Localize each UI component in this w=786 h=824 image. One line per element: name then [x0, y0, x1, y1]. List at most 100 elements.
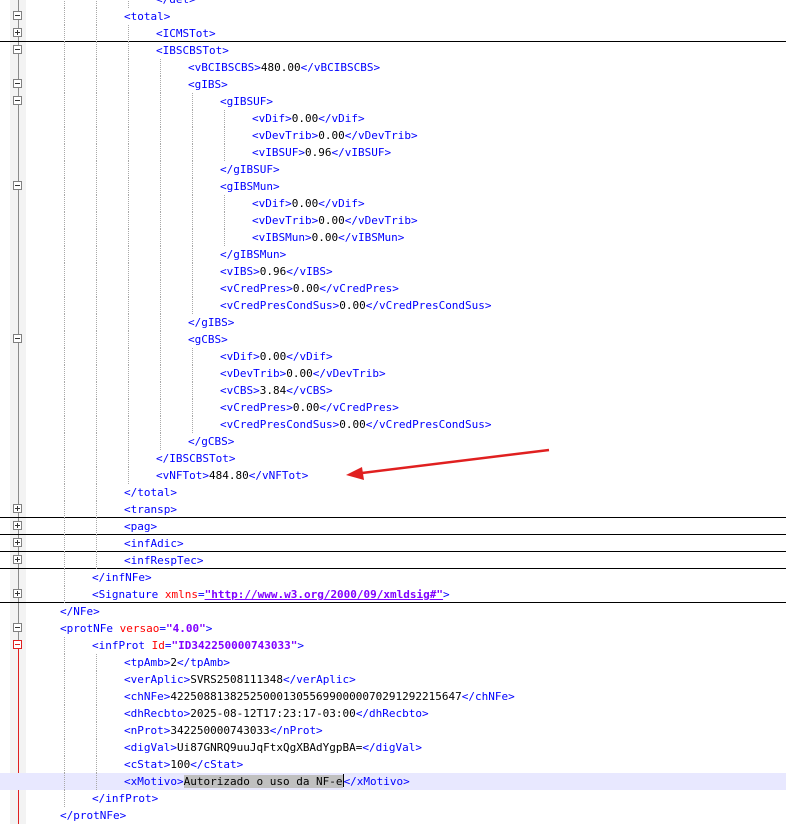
code-text[interactable]: <vDevTrib>0.00</vDevTrib>	[252, 213, 418, 228]
collapse-fold-icon[interactable]	[13, 96, 22, 105]
expand-fold-icon[interactable]	[13, 555, 22, 564]
code-text[interactable]: </det>	[156, 0, 196, 7]
code-text[interactable]: <vIBSMun>0.00</vIBSMun>	[252, 230, 404, 245]
code-line[interactable]: <vDif>0.00</vDif>	[0, 195, 786, 212]
code-line[interactable]: <vDevTrib>0.00</vDevTrib>	[0, 127, 786, 144]
code-line[interactable]: </total>	[0, 484, 786, 501]
code-text[interactable]: <digVal>Ui87GNRQ9uuJqFtxQgXBAdYgpBA=</di…	[124, 740, 422, 755]
code-text[interactable]: <tpAmb>2</tpAmb>	[124, 655, 230, 670]
code-text[interactable]: </infNFe>	[92, 570, 152, 585]
collapse-fold-icon[interactable]	[13, 45, 22, 54]
code-line[interactable]: </det>	[0, 0, 786, 8]
code-text[interactable]: <pag>	[124, 519, 157, 534]
code-line[interactable]: <tpAmb>2</tpAmb>	[0, 654, 786, 671]
code-line[interactable]: <vNFTot>484.80</vNFTot>	[0, 467, 786, 484]
code-text[interactable]: <dhRecbto>2025-08-12T17:23:17-03:00</dhR…	[124, 706, 429, 721]
code-line[interactable]: <gIBSMun>	[0, 178, 786, 195]
code-text[interactable]: <gIBSMun>	[220, 179, 280, 194]
code-line[interactable]: <chNFe>422508813825250001305569900000702…	[0, 688, 786, 705]
code-line[interactable]: <total>	[0, 8, 786, 25]
code-text[interactable]: <chNFe>422508813825250001305569900000702…	[124, 689, 515, 704]
collapse-fold-icon[interactable]	[13, 79, 22, 88]
code-line[interactable]: <vIBSMun>0.00</vIBSMun>	[0, 229, 786, 246]
code-text[interactable]: <IBSCBSTot>	[156, 43, 229, 58]
code-text[interactable]: </total>	[124, 485, 177, 500]
code-line[interactable]: <transp>	[0, 501, 786, 518]
expand-fold-icon[interactable]	[13, 504, 22, 513]
code-line[interactable]: <cStat>100</cStat>	[0, 756, 786, 773]
code-line[interactable]: <protNFe versao="4.00">	[0, 620, 786, 637]
code-line[interactable]: <infAdic>	[0, 535, 786, 552]
code-line[interactable]: <dhRecbto>2025-08-12T17:23:17-03:00</dhR…	[0, 705, 786, 722]
code-line[interactable]: </infNFe>	[0, 569, 786, 586]
code-line[interactable]: </IBSCBSTot>	[0, 450, 786, 467]
expand-fold-icon[interactable]	[13, 589, 22, 598]
code-text[interactable]: <gIBS>	[188, 77, 228, 92]
code-text[interactable]: <nProt>342250000743033</nProt>	[124, 723, 323, 738]
code-line[interactable]: <vDevTrib>0.00</vDevTrib>	[0, 212, 786, 229]
code-line[interactable]: <vDif>0.00</vDif>	[0, 348, 786, 365]
code-line[interactable]: <verAplic>SVRS2508111348</verAplic>	[0, 671, 786, 688]
collapse-fold-icon[interactable]	[13, 11, 22, 20]
code-line[interactable]: <pag>	[0, 518, 786, 535]
code-line[interactable]: <vBCIBSCBS>480.00</vBCIBSCBS>	[0, 59, 786, 76]
code-line[interactable]: <vDevTrib>0.00</vDevTrib>	[0, 365, 786, 382]
code-text[interactable]: <total>	[124, 9, 170, 24]
code-line[interactable]: <vCredPresCondSus>0.00</vCredPresCondSus…	[0, 416, 786, 433]
code-text[interactable]: <vNFTot>484.80</vNFTot>	[156, 468, 308, 483]
code-text[interactable]: <vDif>0.00</vDif>	[252, 196, 365, 211]
code-line[interactable]: <ICMSTot>	[0, 25, 786, 42]
code-text[interactable]: <vDif>0.00</vDif>	[252, 111, 365, 126]
code-line[interactable]: </infProt>	[0, 790, 786, 807]
code-text[interactable]: <vIBSUF>0.96</vIBSUF>	[252, 145, 391, 160]
code-line[interactable]: </gIBS>	[0, 314, 786, 331]
code-text[interactable]: </IBSCBSTot>	[156, 451, 235, 466]
code-line[interactable]: <vDif>0.00</vDif>	[0, 110, 786, 127]
code-text[interactable]: <verAplic>SVRS2508111348</verAplic>	[124, 672, 356, 687]
code-text[interactable]: </protNFe>	[60, 808, 126, 823]
code-text[interactable]: <cStat>100</cStat>	[124, 757, 243, 772]
code-text[interactable]: <infProt Id="ID342250000743033">	[92, 638, 304, 653]
code-text[interactable]: <vCredPres>0.00</vCredPres>	[220, 400, 399, 415]
code-line[interactable]: <gIBSUF>	[0, 93, 786, 110]
code-line[interactable]: <infProt Id="ID342250000743033">	[0, 637, 786, 654]
code-text[interactable]: </gIBSMun>	[220, 247, 286, 262]
code-line[interactable]: <gIBS>	[0, 76, 786, 93]
code-line[interactable]: <vCredPres>0.00</vCredPres>	[0, 280, 786, 297]
code-line[interactable]: <nProt>342250000743033</nProt>	[0, 722, 786, 739]
code-text[interactable]: </infProt>	[92, 791, 158, 806]
code-line[interactable]: <IBSCBSTot>	[0, 42, 786, 59]
code-text[interactable]: <transp>	[124, 502, 177, 517]
code-line[interactable]: <infRespTec>	[0, 552, 786, 569]
code-line[interactable]: <xMotivo>Autorizado o uso da NF-e</xMoti…	[0, 773, 786, 790]
collapse-fold-icon[interactable]	[13, 640, 22, 649]
code-text[interactable]: <ICMSTot>	[156, 26, 216, 41]
code-text[interactable]: <gCBS>	[188, 332, 228, 347]
code-text[interactable]: <vDevTrib>0.00</vDevTrib>	[252, 128, 418, 143]
code-text[interactable]: <vCredPres>0.00</vCredPres>	[220, 281, 399, 296]
code-text[interactable]: <xMotivo>Autorizado o uso da NF-e</xMoti…	[124, 774, 410, 789]
code-text[interactable]: <vCredPresCondSus>0.00</vCredPresCondSus…	[220, 298, 492, 313]
code-text[interactable]: <gIBSUF>	[220, 94, 273, 109]
code-text[interactable]: <Signature xmlns="http://www.w3.org/2000…	[92, 587, 450, 602]
code-text[interactable]: </gIBSUF>	[220, 162, 280, 177]
expand-fold-icon[interactable]	[13, 28, 22, 37]
code-text[interactable]: <vBCIBSCBS>480.00</vBCIBSCBS>	[188, 60, 380, 75]
code-line[interactable]: </protNFe>	[0, 807, 786, 824]
collapse-fold-icon[interactable]	[13, 181, 22, 190]
code-text[interactable]: <vDevTrib>0.00</vDevTrib>	[220, 366, 386, 381]
collapse-fold-icon[interactable]	[13, 334, 22, 343]
code-line[interactable]: </NFe>	[0, 603, 786, 620]
code-line[interactable]: <vCBS>3.84</vCBS>	[0, 382, 786, 399]
code-line[interactable]: <vCredPresCondSus>0.00</vCredPresCondSus…	[0, 297, 786, 314]
code-text[interactable]: <protNFe versao="4.00">	[60, 621, 212, 636]
code-line[interactable]: <gCBS>	[0, 331, 786, 348]
expand-fold-icon[interactable]	[13, 521, 22, 530]
collapse-fold-icon[interactable]	[13, 623, 22, 632]
code-line[interactable]: <vIBS>0.96</vIBS>	[0, 263, 786, 280]
code-line[interactable]: </gIBSUF>	[0, 161, 786, 178]
code-text[interactable]: </gIBS>	[188, 315, 234, 330]
code-text[interactable]: <vDif>0.00</vDif>	[220, 349, 333, 364]
code-line[interactable]: </gIBSMun>	[0, 246, 786, 263]
code-line[interactable]: <vCredPres>0.00</vCredPres>	[0, 399, 786, 416]
